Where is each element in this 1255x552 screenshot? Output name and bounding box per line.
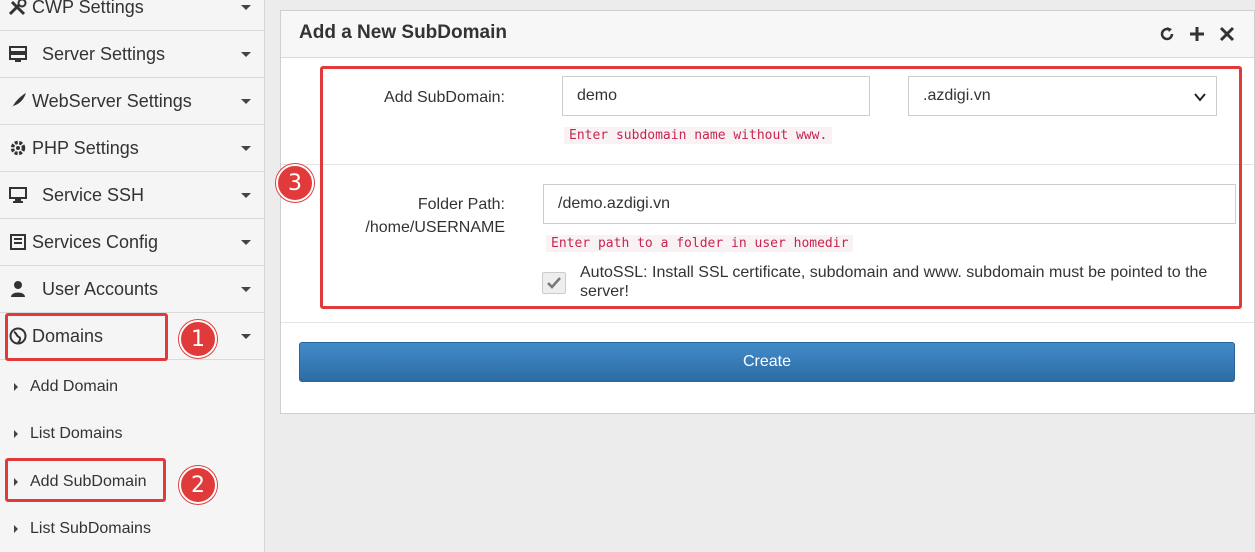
- tools-icon: [6, 0, 30, 16]
- annotation-box-domains: [5, 313, 168, 361]
- caret-down-icon: [241, 193, 251, 198]
- annotation-badge-3: 3: [276, 164, 314, 202]
- sidebar-item-webserver-settings[interactable]: WebServer Settings: [0, 78, 264, 125]
- annotation-badge-1: 1: [179, 320, 217, 358]
- caret-down-icon: [241, 334, 251, 339]
- caret-down-icon: [241, 5, 251, 10]
- sidebar-item-service-ssh[interactable]: Service SSH: [0, 172, 264, 219]
- panel-header: Add a New SubDomain: [281, 11, 1254, 58]
- caret-down-icon: [241, 146, 251, 151]
- sidebar-subitem-add-domain[interactable]: Add Domain: [0, 363, 264, 410]
- config-icon: [6, 233, 30, 251]
- caret-down-icon: [241, 287, 251, 292]
- annotation-box-form: [320, 66, 1242, 309]
- panel-tools: [1158, 25, 1236, 43]
- caret-right-icon: [14, 382, 18, 391]
- create-button[interactable]: Create: [299, 342, 1235, 382]
- monitor-icon: [6, 186, 30, 204]
- sidebar-item-label: PHP Settings: [32, 137, 139, 158]
- sidebar-item-label: User Accounts: [42, 278, 159, 299]
- sidebar-subitem-label: List Domains: [30, 424, 123, 442]
- caret-right-icon: [14, 429, 18, 438]
- plus-icon[interactable]: [1188, 25, 1206, 43]
- server-icon: [6, 45, 30, 63]
- sidebar-item-server-settings[interactable]: Server Settings: [0, 31, 264, 78]
- sidebar-subitem-label: List SubDomains: [30, 519, 151, 537]
- sidebar-subitem-label: Add Domain: [30, 377, 119, 395]
- sidebar-item-label: Server Settings: [42, 43, 166, 64]
- sidebar-item-services-config[interactable]: Services Config: [0, 219, 264, 266]
- sidebar-item-label: CWP Settings: [32, 0, 144, 17]
- gear-icon: [6, 139, 30, 157]
- sidebar-subitem-list-domains[interactable]: List Domains: [0, 410, 264, 457]
- user-icon: [6, 280, 30, 298]
- form-divider: [281, 322, 1254, 323]
- sidebar-item-php-settings[interactable]: PHP Settings: [0, 125, 264, 172]
- sidebar-subitem-list-subdomains[interactable]: List SubDomains: [0, 505, 264, 552]
- caret-right-icon: [14, 524, 18, 533]
- annotation-box-add-subdomain: [5, 458, 166, 502]
- caret-down-icon: [241, 99, 251, 104]
- close-icon[interactable]: [1218, 25, 1236, 43]
- caret-down-icon: [241, 240, 251, 245]
- sidebar-item-label: Service SSH: [42, 184, 145, 205]
- sidebar-item-label: Services Config: [32, 231, 159, 252]
- panel-title: Add a New SubDomain: [299, 22, 507, 43]
- feather-icon: [6, 92, 30, 110]
- annotation-badge-2: 2: [179, 466, 217, 504]
- refresh-icon[interactable]: [1158, 25, 1176, 43]
- sidebar-item-label: WebServer Settings: [32, 90, 192, 111]
- sidebar-item-user-accounts[interactable]: User Accounts: [0, 266, 264, 313]
- sidebar-item-cwp-settings[interactable]: CWP Settings: [0, 0, 264, 31]
- caret-down-icon: [241, 52, 251, 57]
